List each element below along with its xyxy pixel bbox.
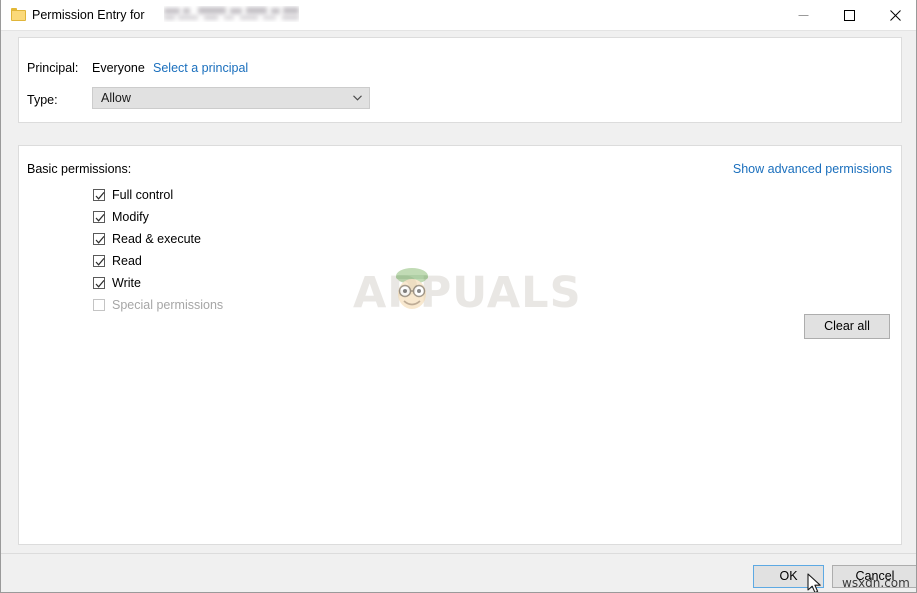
maximize-icon [843,10,855,21]
permission-label: Write [112,276,141,290]
permission-label: Special permissions [112,298,224,312]
type-dropdown[interactable]: Allow [92,87,370,109]
permission-row-read-execute[interactable]: Read & execute [93,228,223,250]
ok-button[interactable]: OK [752,564,825,589]
permissions-list: Full control Modify Read & execute Read … [93,184,223,316]
permission-row-read[interactable]: Read [93,250,223,272]
principal-label: Principal: [27,61,79,75]
type-dropdown-value: Allow [101,91,131,105]
checkbox-modify[interactable] [93,211,105,223]
checkbox-write[interactable] [93,277,105,289]
checkmark-icon [95,258,105,266]
type-label: Type: [27,93,58,107]
permission-entry-dialog: Permission Entry for Principal: Everyone… [0,0,917,593]
permission-label: Modify [112,210,149,224]
dialog-footer: OK Cancel [1,553,916,592]
close-button[interactable] [872,0,916,31]
permission-row-special-permissions: Special permissions [93,294,223,316]
title-bar: Permission Entry for [1,0,916,31]
show-advanced-permissions-link[interactable]: Show advanced permissions [733,162,892,176]
principal-value: Everyone [92,61,145,75]
folder-icon [11,8,26,21]
chevron-down-icon [353,95,362,101]
maximize-button[interactable] [826,0,872,31]
checkmark-icon [95,236,105,244]
checkbox-special-permissions [93,299,105,311]
window-title: Permission Entry for [32,8,145,22]
checkbox-read[interactable] [93,255,105,267]
permission-label: Read & execute [112,232,201,246]
basic-permissions-panel: Basic permissions: Show advanced permiss… [18,145,902,545]
checkmark-icon [95,192,105,200]
principal-panel: Principal: Everyone Select a principal T… [18,37,902,123]
checkmark-icon [95,280,105,288]
permission-label: Full control [112,188,174,202]
cancel-button[interactable]: Cancel [832,565,916,588]
basic-permissions-heading: Basic permissions: [27,162,132,176]
permission-row-write[interactable]: Write [93,272,223,294]
permission-row-modify[interactable]: Modify [93,206,223,228]
checkbox-full-control[interactable] [93,189,105,201]
redacted-path [164,6,299,22]
select-a-principal-link[interactable]: Select a principal [153,61,248,75]
permission-row-full-control[interactable]: Full control [93,184,223,206]
close-icon [889,10,901,21]
clear-all-button[interactable]: Clear all [804,314,890,339]
permission-label: Read [112,254,142,268]
checkmark-icon [95,214,105,222]
minimize-icon [798,15,808,16]
checkbox-read-execute[interactable] [93,233,105,245]
minimize-button[interactable] [780,0,826,31]
